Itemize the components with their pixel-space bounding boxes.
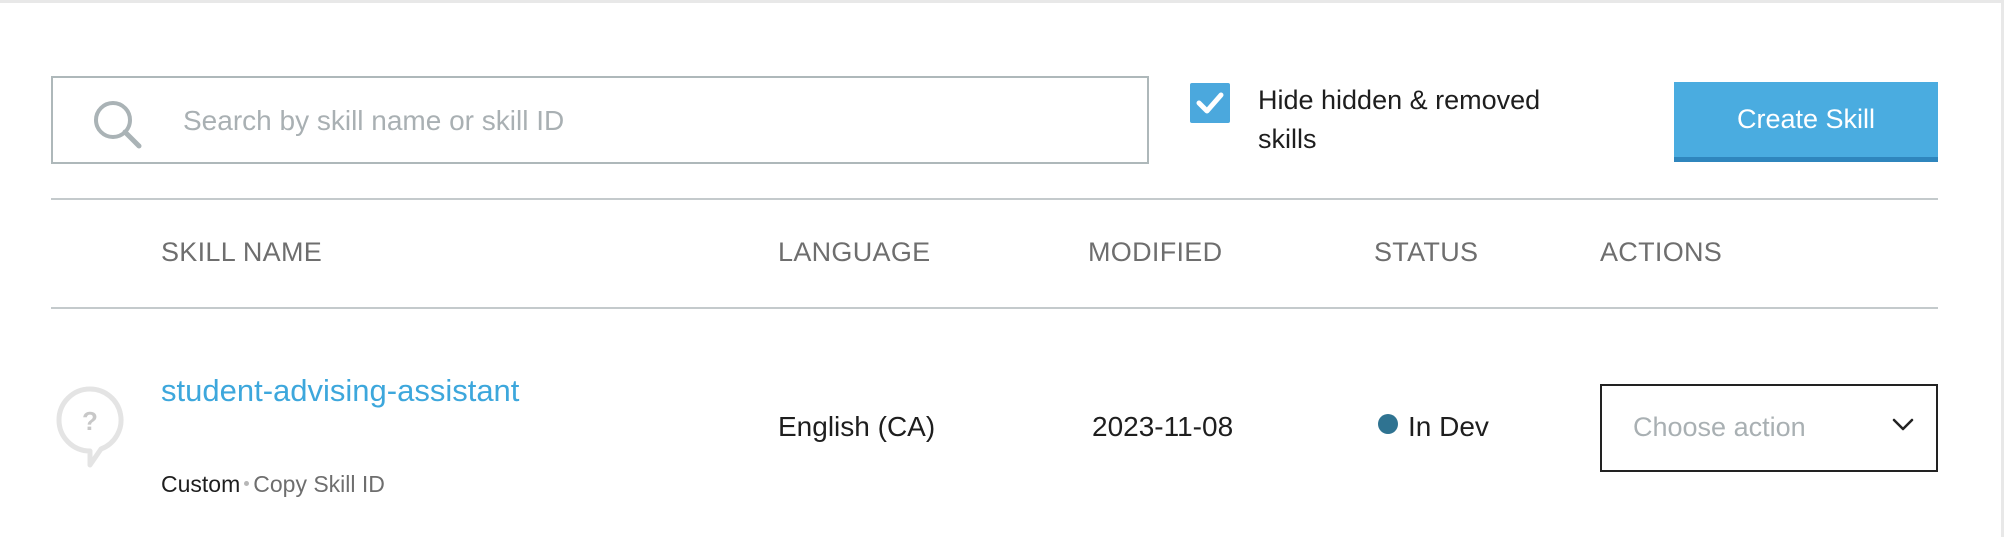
divider bbox=[51, 307, 1938, 309]
skill-meta: Custom Copy Skill ID bbox=[161, 471, 385, 498]
skill-name-link[interactable]: student-advising-assistant bbox=[161, 373, 519, 409]
search-input[interactable] bbox=[181, 78, 1085, 164]
hide-removed-checkbox[interactable] bbox=[1190, 83, 1230, 123]
svg-text:?: ? bbox=[82, 406, 98, 436]
column-header-language: LANGUAGE bbox=[778, 237, 931, 267]
status-dot-icon bbox=[1378, 414, 1398, 434]
checkmark-icon bbox=[1196, 92, 1224, 114]
skills-page: Hide hidden & removed skills Create Skil… bbox=[0, 0, 2004, 537]
copy-skill-id-link[interactable]: Copy Skill ID bbox=[253, 471, 385, 497]
column-header-status: STATUS bbox=[1374, 237, 1479, 267]
search-box[interactable] bbox=[51, 76, 1149, 164]
hide-removed-label[interactable]: Hide hidden & removed skills bbox=[1258, 81, 1588, 159]
column-header-actions: ACTIONS bbox=[1600, 237, 1723, 267]
skill-status: In Dev bbox=[1378, 411, 1489, 443]
search-icon bbox=[94, 101, 142, 149]
status-label: In Dev bbox=[1408, 411, 1489, 442]
question-bubble-icon: ? bbox=[56, 386, 124, 468]
column-header-modified: MODIFIED bbox=[1088, 237, 1223, 267]
create-skill-button[interactable]: Create Skill bbox=[1674, 82, 1938, 162]
separator-dot bbox=[244, 480, 250, 486]
divider bbox=[51, 198, 1938, 200]
skill-modified-date: 2023-11-08 bbox=[1092, 411, 1234, 442]
skill-type-label: Custom bbox=[161, 471, 241, 497]
column-header-skill-name: SKILL NAME bbox=[161, 237, 323, 267]
choose-action-placeholder: Choose action bbox=[1633, 412, 1806, 442]
chevron-down-icon bbox=[1892, 418, 1914, 431]
skill-language: English (CA) bbox=[778, 411, 936, 442]
choose-action-dropdown[interactable]: Choose action bbox=[1600, 384, 1938, 472]
